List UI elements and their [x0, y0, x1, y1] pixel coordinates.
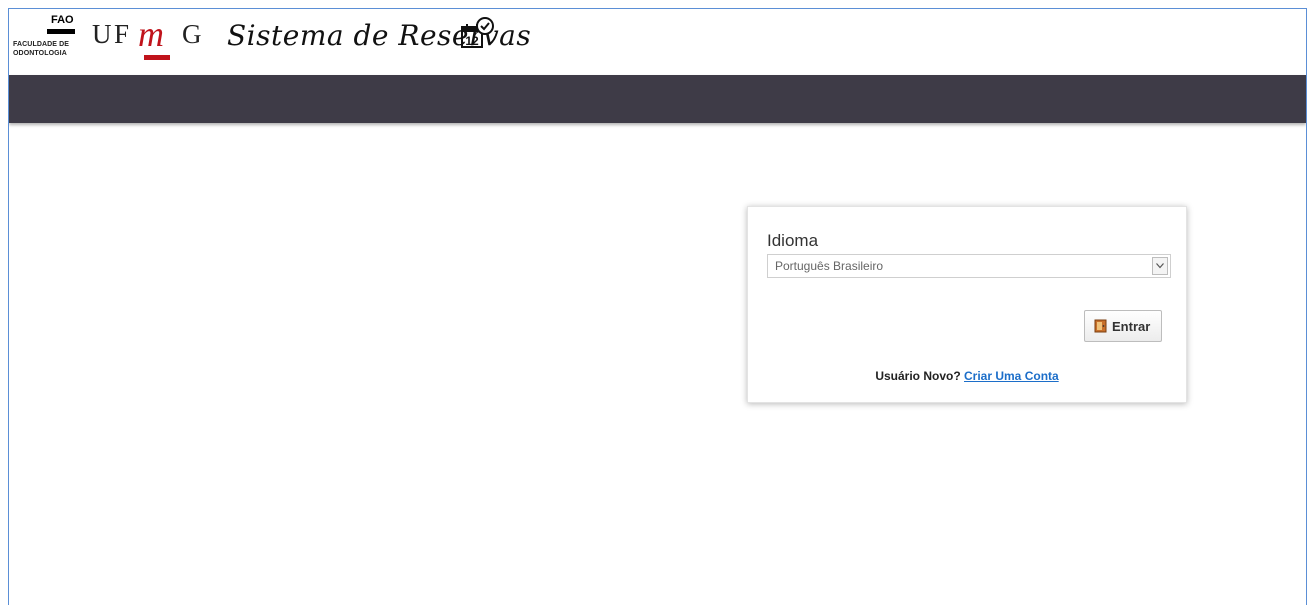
site-header: FAO FACULDADE DE ODONTOLOGIA U F m G Sis… — [9, 9, 1306, 75]
calendar-day-label: 12 — [465, 34, 479, 48]
ufmg-logo: U F m G — [92, 14, 204, 60]
entrar-button[interactable]: Entrar — [1084, 310, 1162, 342]
login-card: Idioma Português Brasileiro Entrar Usuár… — [747, 206, 1187, 403]
chevron-down-icon[interactable] — [1152, 257, 1168, 275]
ufmg-logo-f: F — [114, 19, 130, 49]
browser-frame: FAO FACULDADE DE ODONTOLOGIA U F m G Sis… — [8, 8, 1307, 605]
create-account-link[interactable]: Criar Uma Conta — [964, 369, 1059, 383]
door-icon — [1094, 319, 1108, 333]
top-navbar — [9, 75, 1306, 123]
language-select-value: Português Brasileiro — [775, 259, 884, 273]
calendar-clock-icon: 12 — [460, 17, 496, 53]
fao-logo-bar — [47, 29, 75, 34]
fao-logo: FAO FACULDADE DE ODONTOLOGIA — [11, 12, 85, 70]
entrar-button-label: Entrar — [1112, 319, 1151, 334]
language-select[interactable]: Português Brasileiro — [767, 254, 1171, 278]
ufmg-logo-m: m — [138, 14, 164, 54]
fao-logo-line1: FACULDADE DE — [13, 41, 70, 48]
signup-line: Usuário Novo? Criar Uma Conta — [748, 369, 1186, 383]
fao-logo-acronym: FAO — [51, 14, 74, 26]
ufmg-logo-bar — [144, 55, 170, 60]
language-label: Idioma — [767, 231, 819, 250]
signup-prompt: Usuário Novo? — [875, 369, 961, 383]
ufmg-logo-u: U — [92, 19, 112, 49]
fao-logo-line2: ODONTOLOGIA — [13, 50, 67, 57]
ufmg-logo-g: G — [182, 19, 202, 49]
fao-logo-subtitle: FACULDADE DE ODONTOLOGIA — [13, 40, 69, 58]
